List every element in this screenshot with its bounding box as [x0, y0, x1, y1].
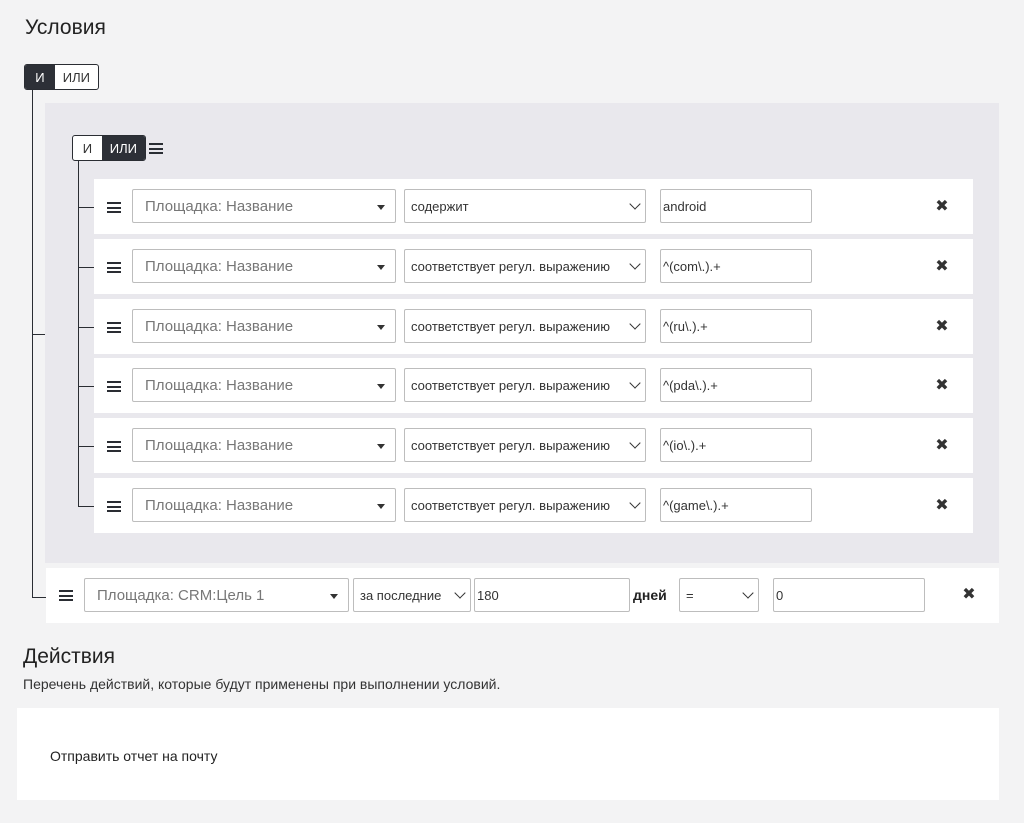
caret-down-icon — [330, 594, 338, 599]
crm-comparison-value: = — [686, 587, 694, 603]
crm-value-input[interactable]: 0 — [773, 578, 925, 612]
chevron-down-icon — [629, 437, 641, 449]
root-or-button[interactable]: ИЛИ — [55, 65, 98, 89]
caret-down-icon — [377, 384, 385, 389]
caret-down-icon — [377, 325, 385, 330]
operator-select[interactable]: содержит — [404, 189, 646, 223]
operator-value: соответствует регул. выражению — [411, 318, 610, 334]
close-icon[interactable]: ✖ — [935, 259, 949, 275]
crm-comparison-select[interactable]: = — [679, 578, 759, 612]
operator-value: содержит — [411, 198, 469, 214]
operator-value: соответствует регул. выражению — [411, 437, 610, 453]
chevron-down-icon — [629, 258, 641, 270]
close-icon[interactable]: ✖ — [935, 199, 949, 215]
root-branch-crm — [32, 597, 46, 598]
crm-field-select[interactable]: Площадка: CRM:Цель 1 — [84, 578, 349, 612]
conditions-title: Условия — [25, 16, 106, 39]
root-and-button[interactable]: И — [25, 65, 55, 89]
value-input[interactable]: ^(pda\.).+ — [660, 368, 812, 402]
field-value: Площадка: Название — [145, 376, 294, 394]
drag-handle-icon[interactable] — [107, 322, 121, 333]
value-input[interactable]: ^(ru\.).+ — [660, 309, 812, 343]
drag-handle-icon[interactable] — [107, 202, 121, 213]
field-select[interactable]: Площадка: Название — [132, 309, 396, 343]
group-or-button[interactable]: ИЛИ — [101, 136, 145, 160]
close-icon[interactable]: ✖ — [935, 498, 949, 514]
close-icon[interactable]: ✖ — [935, 319, 949, 335]
root-tree-line — [32, 90, 33, 598]
field-value: Площадка: Название — [145, 317, 294, 335]
chevron-down-icon — [629, 318, 641, 330]
group-branch-line — [78, 267, 94, 268]
caret-down-icon — [377, 504, 385, 509]
field-value: Площадка: Название — [145, 436, 294, 454]
actions-subtitle: Перечень действий, которые будут примене… — [23, 676, 501, 692]
chevron-down-icon — [454, 587, 466, 599]
group-branch-line — [78, 207, 94, 208]
operator-select[interactable]: соответствует регул. выражению — [404, 249, 646, 283]
group-branch-line — [78, 386, 94, 387]
chevron-down-icon — [742, 587, 754, 599]
actions-list: Отправить отчет на почту — [17, 708, 999, 800]
field-value: Площадка: Название — [145, 257, 294, 275]
close-icon[interactable]: ✖ — [935, 378, 949, 394]
value-input[interactable]: ^(game\.).+ — [660, 488, 812, 522]
caret-down-icon — [377, 444, 385, 449]
group-branch-line — [78, 327, 94, 328]
field-value: Площадка: Название — [145, 496, 294, 514]
root-logic-toggle: И ИЛИ — [24, 64, 99, 90]
crm-days-unit: дней — [633, 587, 667, 603]
value-input[interactable]: ^(com\.).+ — [660, 249, 812, 283]
drag-handle-icon[interactable] — [59, 590, 73, 601]
operator-select[interactable]: соответствует регул. выражению — [404, 309, 646, 343]
root-branch-group — [32, 334, 45, 335]
close-icon[interactable]: ✖ — [935, 438, 949, 454]
field-select[interactable]: Площадка: Название — [132, 368, 396, 402]
crm-days-input[interactable]: 180 — [474, 578, 630, 612]
drag-handle-icon[interactable] — [107, 441, 121, 452]
crm-field-value: Площадка: CRM:Цель 1 — [97, 586, 265, 604]
group-branch-line — [78, 446, 94, 447]
field-select[interactable]: Площадка: Название — [132, 249, 396, 283]
operator-select[interactable]: соответствует регул. выражению — [404, 368, 646, 402]
group-tree-line — [78, 161, 79, 507]
field-value: Площадка: Название — [145, 197, 294, 215]
caret-down-icon — [377, 265, 385, 270]
actions-title: Действия — [23, 645, 116, 668]
group-drag-handle-icon[interactable] — [149, 143, 163, 154]
field-select[interactable]: Площадка: Название — [132, 488, 396, 522]
crm-period-value: за последние — [360, 587, 442, 603]
drag-handle-icon[interactable] — [107, 501, 121, 512]
operator-value: соответствует регул. выражению — [411, 377, 610, 393]
chevron-down-icon — [629, 377, 641, 389]
drag-handle-icon[interactable] — [107, 262, 121, 273]
field-select[interactable]: Площадка: Название — [132, 428, 396, 462]
operator-value: соответствует регул. выражению — [411, 497, 610, 513]
chevron-down-icon — [629, 198, 641, 210]
operator-value: соответствует регул. выражению — [411, 258, 610, 274]
value-input[interactable]: ^(io\.).+ — [660, 428, 812, 462]
field-select[interactable]: Площадка: Название — [132, 189, 396, 223]
group-and-button[interactable]: И — [73, 136, 102, 160]
caret-down-icon — [377, 205, 385, 210]
value-input[interactable]: android — [660, 189, 812, 223]
chevron-down-icon — [629, 497, 641, 509]
group-branch-line — [78, 506, 94, 507]
drag-handle-icon[interactable] — [107, 381, 121, 392]
operator-select[interactable]: соответствует регул. выражению — [404, 488, 646, 522]
action-item-send-report[interactable]: Отправить отчет на почту — [50, 748, 217, 764]
crm-period-select[interactable]: за последние — [353, 578, 471, 612]
operator-select[interactable]: соответствует регул. выражению — [404, 428, 646, 462]
group-logic-toggle: И ИЛИ — [72, 135, 146, 161]
close-icon[interactable]: ✖ — [962, 587, 976, 603]
